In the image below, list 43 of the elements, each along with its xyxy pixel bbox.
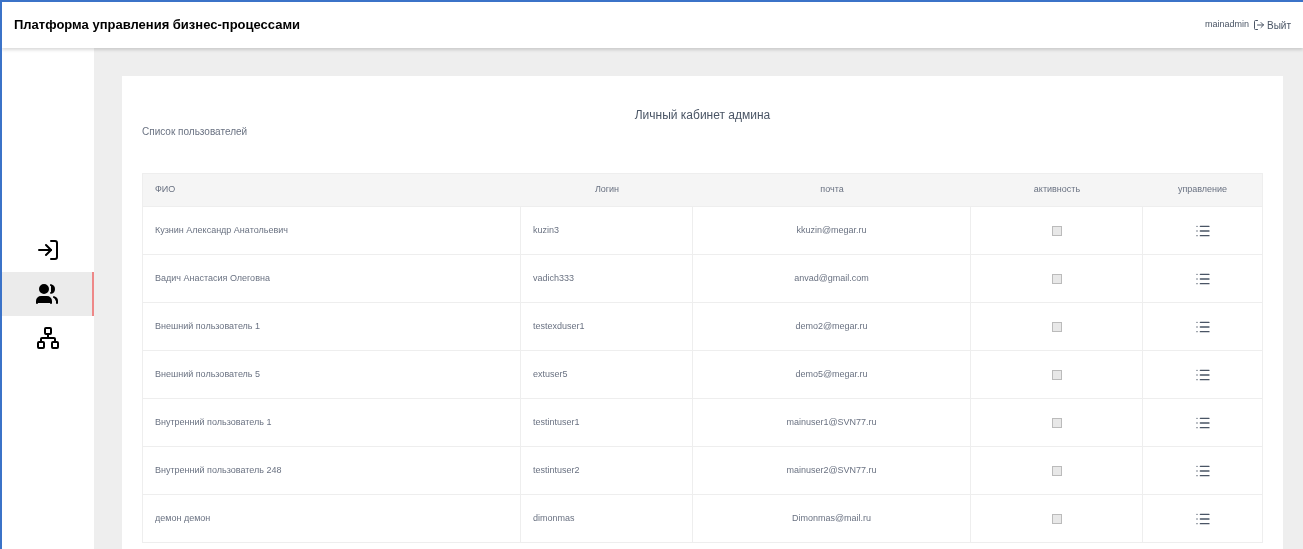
activity-checkbox[interactable] [1051, 369, 1062, 380]
app-title: Платформа управления бизнес-процессами [14, 16, 301, 35]
activity-checkbox[interactable] [1051, 321, 1062, 332]
activity-checkbox[interactable] [1051, 225, 1062, 236]
table-cell-text: mainuser1@SVN77.ru [786, 415, 877, 429]
hierarchy-icon [36, 326, 60, 350]
table-cell-text: demo2@megar.ru [795, 319, 868, 333]
column-header: Логин [594, 184, 620, 195]
column-header: почта [820, 184, 844, 195]
table-cell-text: testintuser1 [533, 415, 580, 429]
table-cell-text: kuzin3 [533, 223, 559, 237]
table-cell-text: Внутренний пользователь 1 [155, 415, 272, 429]
table-cell-text: vadich333 [533, 271, 575, 285]
activity-checkbox[interactable] [1051, 465, 1062, 476]
table-cell-text: Внутренний пользователь 248 [155, 463, 282, 477]
table-cell-text: демон демон [155, 511, 211, 525]
logout-icon [1252, 19, 1265, 31]
table-cell-text: dimonmas [533, 511, 575, 525]
column-header: активность [1033, 184, 1081, 195]
logout-button[interactable]: Выйт [1252, 17, 1291, 33]
column-header: управление [1177, 184, 1228, 195]
activity-checkbox[interactable] [1051, 417, 1062, 428]
table-cell-text: mainuser2@SVN77.ru [786, 463, 877, 477]
table-cell-text: Вадич Анастасия Олеговна [155, 271, 270, 285]
page-title: Личный кабинет админа [633, 107, 772, 124]
table-cell-text: Внешний пользователь 5 [155, 367, 261, 381]
table-cell-text: demo5@megar.ru [795, 367, 868, 381]
table-cell-text: Внешний пользователь 1 [155, 319, 261, 333]
activity-checkbox[interactable] [1051, 273, 1062, 284]
list-title: Список пользователей [142, 125, 248, 139]
activity-checkbox[interactable] [1051, 513, 1062, 524]
table-cell-text: testintuser2 [533, 463, 580, 477]
login-icon [36, 238, 60, 262]
sidebar-item[interactable] [2, 272, 94, 316]
table-cell-text: Dimonmas@mail.ru [791, 511, 872, 525]
table-cell-text: anvad@gmail.com [794, 271, 869, 285]
username: mainadmin [1204, 18, 1249, 32]
table-cell-text: kkuzin@megar.ru [796, 223, 867, 237]
column-header: ФИО [155, 184, 176, 195]
table-cell-text: testexduser1 [533, 319, 585, 333]
table-cell-text: Кузнин Александр Анатольевич [155, 223, 288, 237]
users-icon [35, 282, 59, 306]
table-cell-text: extuser5 [533, 367, 568, 381]
